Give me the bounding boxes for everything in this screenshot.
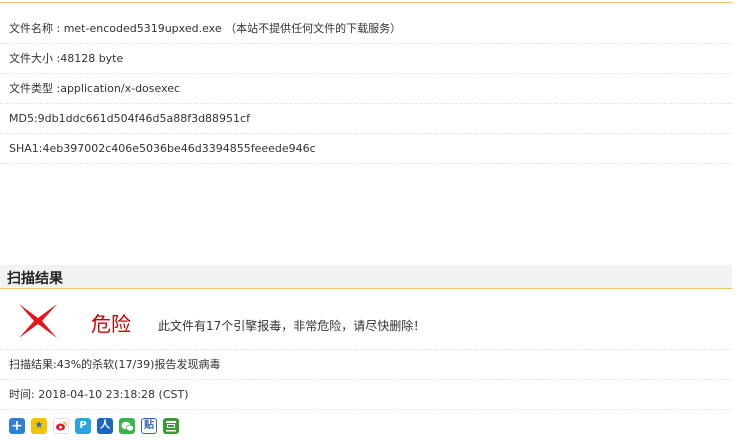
top-accent-line	[0, 2, 732, 3]
danger-label: 危险	[91, 312, 131, 336]
danger-row: 危险 此文件有17个引擎报毒，非常危险，请尽快删除！	[0, 295, 732, 350]
scan-result-row: 扫描结果:43%的杀软(17/39)报告发现病毒	[0, 350, 732, 380]
section-title: 扫描结果	[7, 271, 63, 287]
douban-icon[interactable]	[163, 418, 179, 434]
scan-time-text: 时间: 2018-04-10 23:18:28 (CST)	[9, 388, 189, 401]
sha1-row: SHA1:4eb397002c406e5036be46d3394855feeed…	[0, 134, 732, 164]
scan-result-text: 扫描结果:43%的杀软(17/39)报告发现病毒	[9, 358, 221, 371]
renren-icon[interactable]: 人	[97, 418, 113, 434]
tieba-icon[interactable]: 贴	[141, 418, 157, 434]
file-type-text: 文件类型 :application/x-dosexec	[9, 82, 181, 95]
md5-text: MD5:9db1ddc661d504f46d5a88f3d88951cf	[9, 112, 250, 125]
sha1-text: SHA1:4eb397002c406e5036be46d3394855feeed…	[9, 142, 316, 155]
file-type-row: 文件类型 :application/x-dosexec	[0, 74, 732, 104]
weibo-icon[interactable]	[53, 418, 69, 434]
file-name-text: 文件名称 : met-encoded5319upxed.exe （本站不提供任何…	[9, 22, 402, 35]
scan-result-header: 扫描结果	[0, 265, 732, 289]
tencent-weibo-icon[interactable]: P	[75, 418, 91, 434]
share-bar: + ★ P 人 贴	[9, 418, 179, 436]
danger-x-icon	[19, 304, 57, 338]
file-size-text: 文件大小 :48128 byte	[9, 52, 124, 65]
wechat-icon[interactable]	[119, 418, 135, 434]
file-size-row: 文件大小 :48128 byte	[0, 44, 732, 74]
qzone-icon[interactable]: ★	[31, 418, 47, 434]
scan-time-row: 时间: 2018-04-10 23:18:28 (CST)	[0, 380, 732, 410]
file-name-row: 文件名称 : met-encoded5319upxed.exe （本站不提供任何…	[0, 14, 732, 44]
md5-row: MD5:9db1ddc661d504f46d5a88f3d88951cf	[0, 104, 732, 134]
danger-message: 此文件有17个引擎报毒，非常危险，请尽快删除！	[158, 319, 426, 333]
add-share-icon[interactable]: +	[9, 418, 25, 434]
